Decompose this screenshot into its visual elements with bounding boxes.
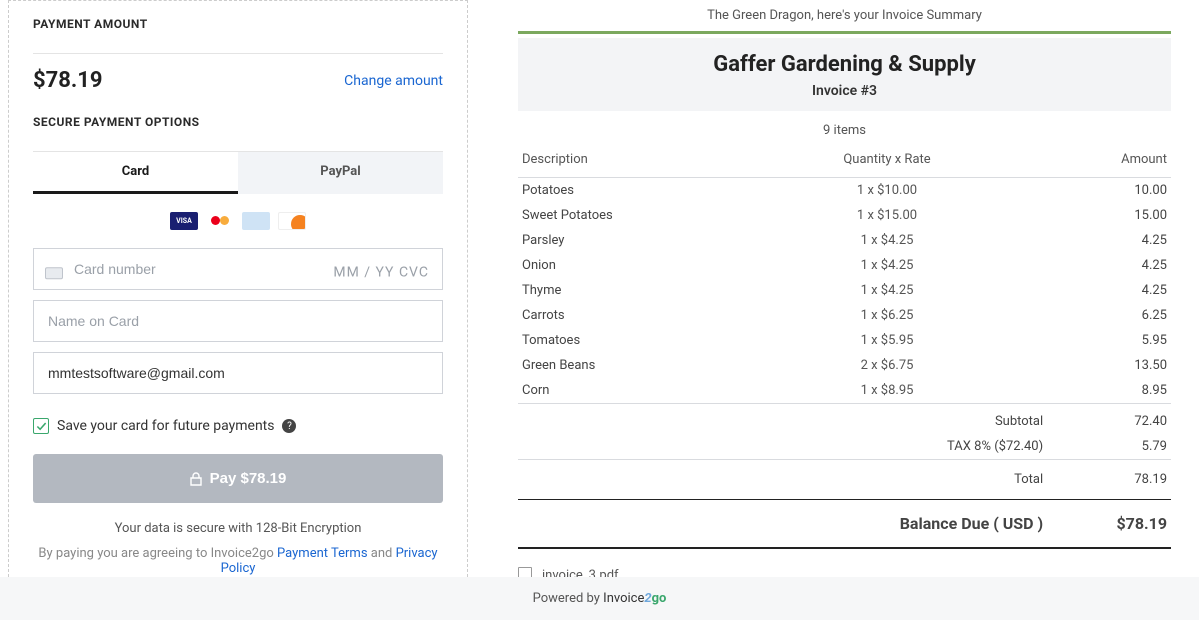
table-row: Onion1 x $4.254.25 bbox=[518, 253, 1171, 278]
table-row: Sweet Potatoes1 x $15.0015.00 bbox=[518, 203, 1171, 228]
save-card-checkbox[interactable] bbox=[33, 418, 49, 434]
amex-icon bbox=[242, 212, 270, 230]
item-amount: 8.95 bbox=[1047, 378, 1171, 404]
item-quantity-rate: 1 x $10.00 bbox=[727, 178, 1047, 204]
secure-payment-options-label: SECURE PAYMENT OPTIONS bbox=[33, 115, 443, 139]
divider bbox=[518, 31, 1171, 34]
item-description: Sweet Potatoes bbox=[518, 203, 727, 228]
item-description: Potatoes bbox=[518, 178, 727, 204]
terms-note: By paying you are agreeing to Invoice2go… bbox=[33, 546, 443, 576]
invoice-items-table: Description Quantity x Rate Amount Potat… bbox=[518, 146, 1171, 549]
item-description: Thyme bbox=[518, 278, 727, 303]
item-amount: 4.25 bbox=[1047, 228, 1171, 253]
pay-button-label: Pay $78.19 bbox=[210, 470, 287, 487]
item-quantity-rate: 1 x $4.25 bbox=[727, 253, 1047, 278]
invoice-number: Invoice #3 bbox=[518, 83, 1171, 99]
total-value: 78.19 bbox=[1047, 460, 1171, 500]
item-quantity-rate: 1 x $5.95 bbox=[727, 328, 1047, 353]
table-row: Tomatoes1 x $5.955.95 bbox=[518, 328, 1171, 353]
invoice-summary-lead: The Green Dragon, here's your Invoice Su… bbox=[518, 8, 1171, 23]
table-row: Green Beans2 x $6.7513.50 bbox=[518, 353, 1171, 378]
table-row: Parsley1 x $4.254.25 bbox=[518, 228, 1171, 253]
card-icon bbox=[45, 267, 63, 279]
mastercard-icon bbox=[206, 212, 234, 230]
balance-due-label: Balance Due ( USD ) bbox=[727, 500, 1047, 549]
discover-icon bbox=[278, 212, 306, 230]
balance-due-value: $78.19 bbox=[1047, 500, 1171, 549]
tax-label: TAX 8% ($72.40) bbox=[727, 434, 1047, 460]
item-quantity-rate: 1 x $4.25 bbox=[727, 278, 1047, 303]
table-row: Thyme1 x $4.254.25 bbox=[518, 278, 1171, 303]
pay-button[interactable]: Pay $78.19 bbox=[33, 454, 443, 503]
visa-icon: VISA bbox=[170, 212, 198, 230]
card-brand-icons: VISA bbox=[33, 212, 443, 230]
item-amount: 15.00 bbox=[1047, 203, 1171, 228]
encryption-note: Your data is secure with 128-Bit Encrypt… bbox=[33, 521, 443, 536]
table-row: Corn1 x $8.958.95 bbox=[518, 378, 1171, 404]
item-description: Tomatoes bbox=[518, 328, 727, 353]
item-description: Green Beans bbox=[518, 353, 727, 378]
payment-terms-link[interactable]: Payment Terms bbox=[277, 546, 368, 561]
tab-paypal[interactable]: PayPal bbox=[238, 152, 443, 194]
col-amount: Amount bbox=[1047, 146, 1171, 178]
item-amount: 4.25 bbox=[1047, 278, 1171, 303]
item-description: Carrots bbox=[518, 303, 727, 328]
payment-panel: PAYMENT AMOUNT $78.19 Change amount SECU… bbox=[8, 0, 468, 597]
save-card-label: Save your card for future payments bbox=[57, 418, 274, 434]
item-quantity-rate: 1 x $15.00 bbox=[727, 203, 1047, 228]
tab-card[interactable]: Card bbox=[33, 152, 238, 194]
table-row: Potatoes1 x $10.0010.00 bbox=[518, 178, 1171, 204]
item-description: Onion bbox=[518, 253, 727, 278]
item-quantity-rate: 1 x $8.95 bbox=[727, 378, 1047, 404]
subtotal-value: 72.40 bbox=[1047, 404, 1171, 435]
col-quantity-rate: Quantity x Rate bbox=[727, 146, 1047, 178]
item-amount: 4.25 bbox=[1047, 253, 1171, 278]
invoice2go-logo: Invoice2go bbox=[603, 591, 666, 606]
payment-method-tabs: Card PayPal bbox=[33, 151, 443, 194]
help-icon[interactable]: ? bbox=[282, 419, 296, 433]
card-expiry-cvc-placeholder: MM / YY CVC bbox=[333, 264, 429, 280]
item-quantity-rate: 1 x $6.25 bbox=[727, 303, 1047, 328]
company-name: Gaffer Gardening & Supply bbox=[518, 52, 1171, 77]
item-amount: 13.50 bbox=[1047, 353, 1171, 378]
col-description: Description bbox=[518, 146, 727, 178]
change-amount-link[interactable]: Change amount bbox=[344, 73, 443, 89]
payment-amount: $78.19 bbox=[33, 68, 103, 93]
item-amount: 5.95 bbox=[1047, 328, 1171, 353]
footer: Powered by Invoice2go bbox=[0, 577, 1199, 620]
total-label: Total bbox=[727, 460, 1047, 500]
item-description: Parsley bbox=[518, 228, 727, 253]
item-description: Corn bbox=[518, 378, 727, 404]
payment-amount-label: PAYMENT AMOUNT bbox=[33, 17, 443, 41]
invoice-panel: The Green Dragon, here's your Invoice Su… bbox=[518, 0, 1191, 597]
item-amount: 6.25 bbox=[1047, 303, 1171, 328]
tax-value: 5.79 bbox=[1047, 434, 1171, 460]
item-quantity-rate: 2 x $6.75 bbox=[727, 353, 1047, 378]
items-count: 9 items bbox=[518, 123, 1171, 138]
table-row: Carrots1 x $6.256.25 bbox=[518, 303, 1171, 328]
subtotal-label: Subtotal bbox=[727, 404, 1047, 435]
item-quantity-rate: 1 x $4.25 bbox=[727, 228, 1047, 253]
name-on-card-input[interactable] bbox=[33, 300, 443, 342]
item-amount: 10.00 bbox=[1047, 178, 1171, 204]
lock-icon bbox=[190, 472, 202, 486]
email-input[interactable] bbox=[33, 352, 443, 394]
